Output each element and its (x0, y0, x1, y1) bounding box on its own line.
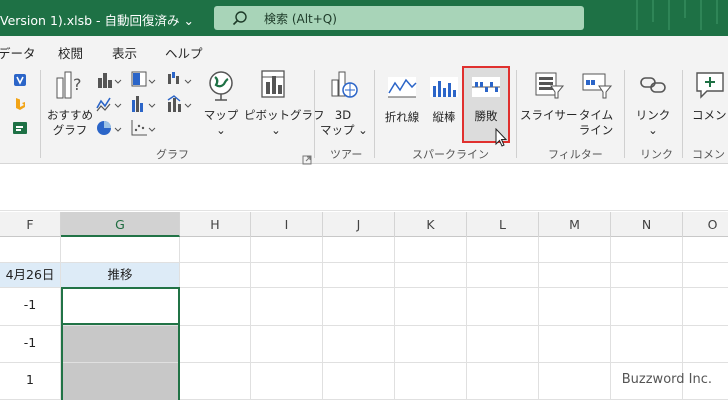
column-header-g[interactable]: G (61, 212, 180, 237)
timeline-label: タイム ライン (578, 108, 614, 137)
sparkline-line-label: 折れ線 (384, 110, 420, 124)
scatter-chart-icon[interactable] (130, 118, 156, 142)
hierarchy-chart-icon[interactable] (130, 70, 156, 94)
recommended-chart-icon: ? (53, 68, 87, 106)
sparkline-win-loss-label: 勝敗 (474, 109, 498, 123)
column-header-m[interactable]: M (539, 212, 611, 237)
slicer-label: スライサー (520, 108, 578, 122)
cell-g-header[interactable]: 推移 (61, 263, 179, 287)
cell-f-value[interactable]: -1 (0, 295, 60, 315)
cell-f-header[interactable]: 4月26日 (0, 263, 60, 287)
active-cell[interactable] (61, 287, 180, 325)
waterfall-chart-icon[interactable] (166, 70, 192, 94)
recommended-chart-label: おすすめ グラフ (47, 108, 93, 137)
formula-bar[interactable] (0, 165, 728, 211)
decor-bar (716, 0, 718, 24)
link-label: リンク ⌄ (635, 108, 671, 137)
tab-data[interactable]: データ (0, 43, 36, 62)
title-bar: Version 1).xlsb - 自動回復済み ⌄ 検索 (Alt+Q) (0, 0, 728, 36)
separator (624, 70, 625, 158)
column-header-j[interactable]: J (323, 212, 395, 237)
decor-bar (636, 0, 638, 30)
decor-bar (652, 0, 654, 22)
map-chart-label: マップ ⌄ (203, 108, 239, 137)
group-label-tour: ツアー (330, 148, 363, 161)
separator (40, 70, 41, 158)
tab-review[interactable]: 校閲 (58, 43, 83, 62)
separator (516, 70, 517, 158)
column-header-k[interactable]: K (395, 212, 467, 237)
ribbon: ? おすすめ グラフ マップ ⌄ ピボットグラフ ⌄ グラフ 3D マップ ⌄ … (0, 64, 728, 165)
group-label-comment: コメント (692, 148, 728, 161)
combo-chart-icon[interactable] (166, 94, 192, 118)
globe-icon (204, 68, 238, 106)
statistic-chart-icon[interactable] (130, 94, 156, 118)
sparkline-column-label: 縦棒 (432, 110, 456, 124)
group-label-filter: フィルター (548, 148, 603, 161)
pivot-chart-button[interactable]: ピボットグラフ ⌄ (244, 68, 325, 144)
pie-chart-icon[interactable] (96, 118, 122, 142)
recommended-chart-button[interactable]: ? おすすめ グラフ (46, 68, 94, 144)
cell-grid[interactable]: 4月26日 推移 -1 -1 1 (0, 237, 728, 400)
column-header-f[interactable]: F (0, 212, 61, 237)
mouse-cursor-icon (494, 127, 508, 152)
separator (374, 70, 375, 158)
document-title[interactable]: Version 1).xlsb - 自動回復済み ⌄ (0, 10, 194, 29)
group-label-link: リンク (640, 148, 673, 161)
column-headers: F G H I J K L M N O (0, 212, 728, 237)
map-chart-button[interactable]: マップ ⌄ (198, 68, 244, 144)
visio-icon[interactable] (12, 72, 28, 92)
group-label-chart: グラフ (156, 148, 189, 161)
decor-bar (668, 0, 670, 30)
timeline-icon (579, 68, 613, 106)
group-label-sparkline: スパークライン (412, 148, 489, 161)
slicer-icon (531, 68, 565, 106)
win-loss-button[interactable]: 勝敗 (462, 66, 510, 147)
watermark: Buzzword Inc. (621, 372, 712, 387)
column-header-h[interactable]: H (180, 212, 251, 237)
tab-view[interactable]: 表示 (112, 43, 137, 62)
sparkline-win-loss-icon (470, 74, 502, 104)
sparkline-column-icon (428, 74, 460, 104)
pivot-chart-icon (259, 68, 293, 106)
sparkline-line-icon (386, 74, 418, 104)
search-box[interactable]: 検索 (Alt+Q) (214, 6, 584, 30)
column-header-l[interactable]: L (467, 212, 539, 237)
search-input[interactable]: 検索 (Alt+Q) (264, 10, 337, 27)
slicer-button[interactable]: スライサー (520, 68, 578, 144)
link-button[interactable]: リンク ⌄ (630, 68, 676, 144)
3d-map-label: 3D マップ ⌄ (320, 108, 368, 137)
comment-icon (693, 68, 727, 106)
comment-label: コメント (692, 108, 728, 122)
cell-f-value[interactable]: -1 (0, 333, 60, 353)
sparkline-column-button[interactable]: 縦棒 (424, 68, 464, 144)
column-header-i[interactable]: I (251, 212, 323, 237)
link-icon (636, 68, 670, 106)
3d-map-button[interactable]: 3D マップ ⌄ (320, 68, 368, 144)
tab-help[interactable]: ヘルプ (165, 43, 203, 62)
menu-bar: データ 校閲 表示 ヘルプ (0, 36, 728, 64)
column-chart-icon[interactable] (96, 70, 122, 94)
decor-bar (700, 0, 702, 30)
3d-map-icon (326, 68, 360, 106)
svg-text:?: ? (73, 75, 82, 94)
decor-bar (684, 0, 686, 18)
search-icon (232, 10, 248, 30)
comment-button[interactable]: コメント (688, 68, 728, 144)
timeline-button[interactable]: タイム ライン (574, 68, 618, 144)
line-chart-icon[interactable] (96, 94, 122, 118)
separator (682, 70, 683, 158)
bing-icon[interactable] (12, 96, 28, 116)
column-header-n[interactable]: N (611, 212, 683, 237)
sparkline-line-button[interactable]: 折れ線 (380, 68, 424, 144)
people-graph-icon[interactable] (12, 120, 28, 140)
separator (314, 70, 315, 158)
pivot-chart-label: ピボットグラフ ⌄ (244, 108, 325, 137)
column-header-o[interactable]: O (683, 212, 728, 237)
cell-f-value[interactable]: 1 (0, 370, 60, 390)
